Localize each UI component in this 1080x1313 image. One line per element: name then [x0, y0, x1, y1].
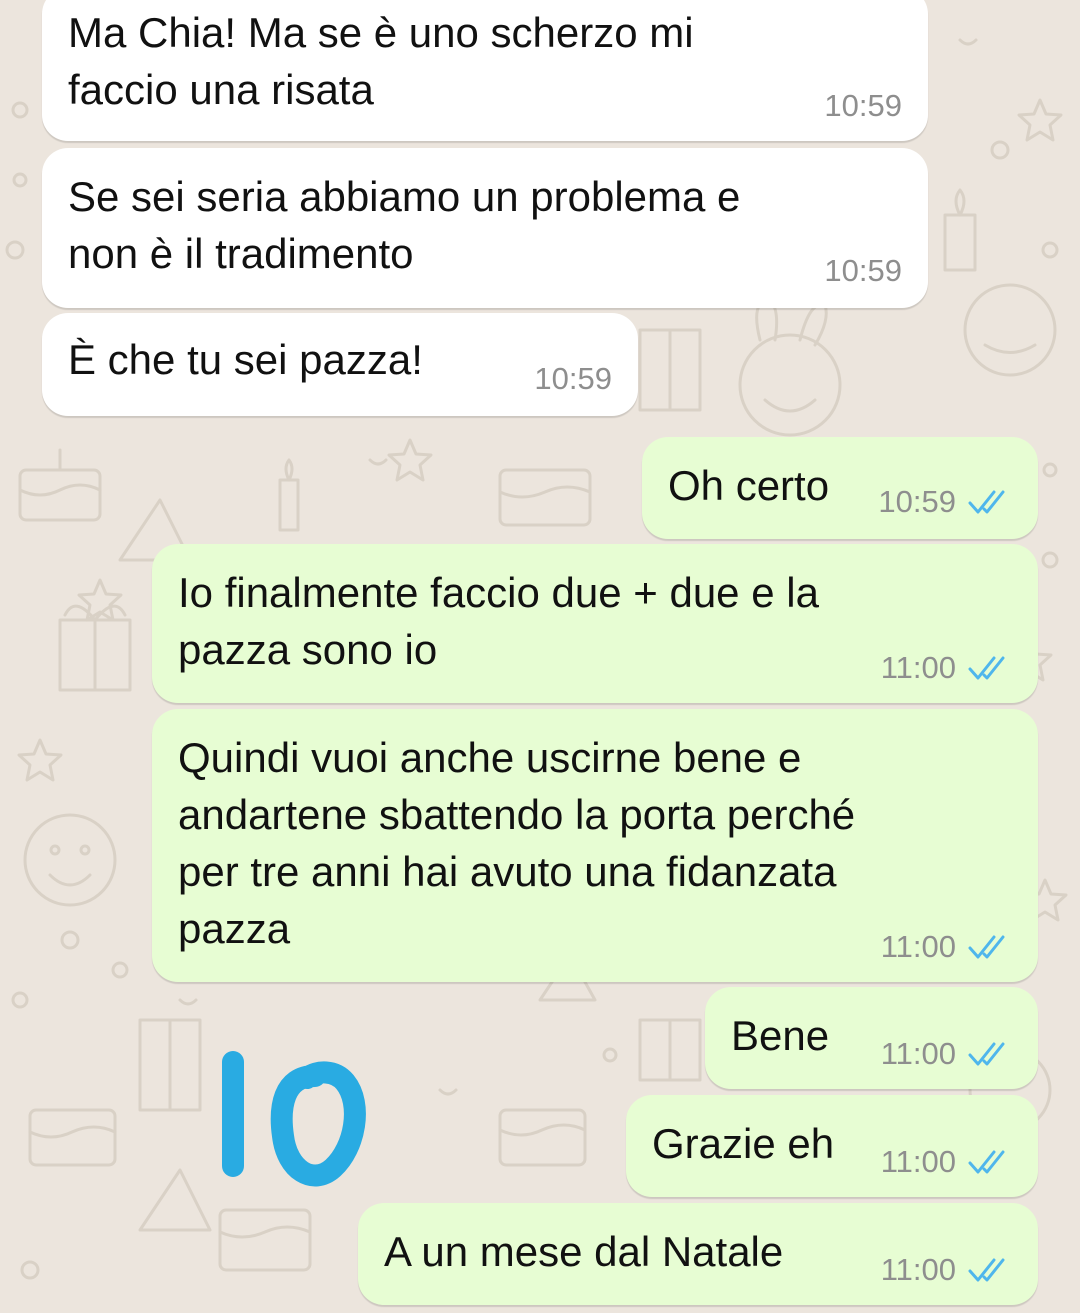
read-receipt-icon — [968, 655, 1012, 681]
message-timestamp: 11:00 — [880, 1144, 956, 1179]
message-text: Oh certo — [668, 462, 830, 509]
message-text: Se sei seria abbiamo un problema e non è… — [68, 173, 741, 277]
message-timestamp: 11:00 — [880, 1036, 956, 1071]
outgoing-message-bubble[interactable]: Grazie eh 11:00 — [626, 1095, 1038, 1197]
message-meta: 11:00 — [881, 1145, 1012, 1179]
incoming-message-bubble[interactable]: Ma Chia! Ma se è uno scherzo mi faccio u… — [42, 0, 928, 141]
incoming-message-bubble[interactable]: Se sei seria abbiamo un problema e non è… — [42, 148, 928, 308]
outgoing-message-bubble[interactable]: Oh certo 10:59 — [642, 437, 1038, 539]
cake-doodle-icon — [498, 468, 592, 527]
cake-doodle-icon — [18, 448, 102, 522]
read-receipt-icon — [968, 1041, 1012, 1067]
message-text: È che tu sei pazza! — [68, 336, 423, 383]
cake-doodle-icon — [218, 1208, 312, 1272]
outgoing-message-bubble[interactable]: Quindi vuoi anche uscirne bene e andarte… — [152, 709, 1038, 982]
message-timestamp: 11:00 — [880, 1252, 956, 1287]
read-receipt-icon — [968, 489, 1012, 515]
outgoing-message-bubble[interactable]: Bene 11:00 — [705, 987, 1038, 1089]
message-text: Io finalmente faccio due + due e la pazz… — [178, 569, 819, 673]
message-timestamp: 11:00 — [880, 929, 956, 964]
message-meta: 10:59 — [534, 362, 612, 396]
gift-doodle-icon — [638, 1018, 702, 1082]
message-text: Grazie eh — [652, 1120, 835, 1167]
message-timestamp: 10:59 — [878, 484, 956, 519]
message-meta: 10:59 — [878, 485, 1012, 519]
read-receipt-icon — [968, 1257, 1012, 1283]
read-receipt-icon — [968, 1149, 1012, 1175]
outgoing-message-bubble[interactable]: Io finalmente faccio due + due e la pazz… — [152, 544, 1038, 703]
gift-doodle-icon — [58, 604, 132, 692]
message-meta: 11:00 — [881, 1253, 1012, 1287]
message-timestamp: 10:59 — [534, 361, 612, 396]
gift-doodle-icon — [138, 1018, 202, 1112]
message-meta: 11:00 — [881, 651, 1012, 685]
outgoing-message-bubble[interactable]: A un mese dal Natale 11:00 — [358, 1203, 1038, 1305]
message-text: A un mese dal Natale — [384, 1228, 784, 1275]
message-text: Quindi vuoi anche uscirne bene e andarte… — [178, 734, 856, 952]
message-text: Bene — [731, 1012, 830, 1059]
message-meta: 11:00 — [881, 1037, 1012, 1071]
message-timestamp: 10:59 — [824, 88, 902, 123]
handwritten-annotation-10 — [222, 1051, 366, 1187]
gift-doodle-icon — [638, 328, 702, 412]
read-receipt-icon — [968, 934, 1012, 960]
cake-doodle-icon — [28, 1108, 117, 1167]
message-meta: 10:59 — [824, 89, 902, 123]
message-meta: 10:59 — [824, 254, 902, 288]
incoming-message-bubble[interactable]: È che tu sei pazza! 10:59 — [42, 313, 638, 416]
message-meta: 11:00 — [881, 930, 1012, 964]
message-text: Ma Chia! Ma se è uno scherzo mi faccio u… — [68, 9, 694, 113]
message-timestamp: 10:59 — [824, 253, 902, 288]
cake-doodle-icon — [498, 1108, 587, 1167]
message-timestamp: 11:00 — [880, 650, 956, 685]
